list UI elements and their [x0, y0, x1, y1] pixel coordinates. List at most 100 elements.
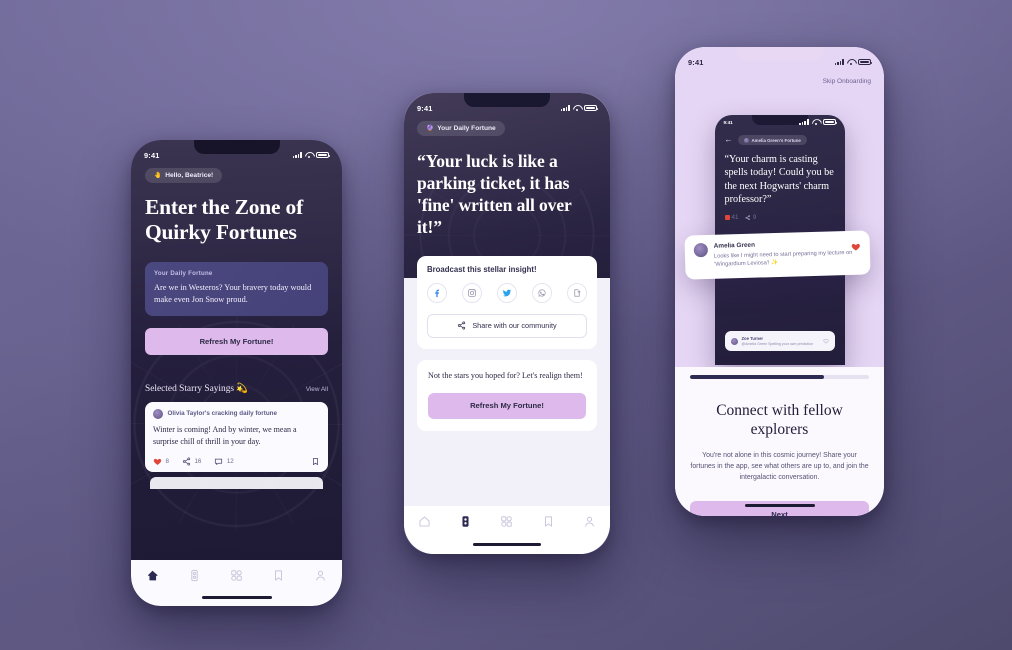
export-icon	[574, 289, 581, 297]
nested-post-author: Zoe Turner	[741, 336, 764, 341]
refresh-fortune-button[interactable]: Refresh My Fortune!	[145, 327, 328, 355]
phone-mockup-home: 9:41 🤚 Hello, Beatrice! Enter the Zone o…	[131, 140, 342, 606]
status-time: 9:41	[144, 150, 160, 160]
realign-text: Not the stars you hoped for? Let's reali…	[428, 370, 583, 380]
sidebar-item-explore[interactable]	[230, 569, 243, 582]
home-indicator	[744, 504, 815, 507]
notch	[193, 140, 280, 154]
sidebar-item-profile[interactable]	[583, 515, 596, 528]
grid-icon	[501, 516, 513, 527]
fortune-card-text: Are we in Westeros? Your bravery today w…	[154, 282, 312, 304]
home-indicator	[473, 543, 541, 546]
social-share-row	[427, 282, 587, 303]
cellular-signal-icon	[292, 151, 302, 158]
share-count: 9	[752, 213, 757, 221]
cellular-signal-icon	[834, 58, 844, 65]
battery-icon	[584, 104, 599, 112]
battery-icon	[822, 119, 837, 126]
phone2-content: 🔮 Your Daily Fortune “Your luck is like …	[404, 117, 610, 431]
like-count: 41	[731, 213, 739, 221]
sidebar-item-fortune[interactable]	[188, 569, 201, 582]
share-action[interactable]: 9	[745, 214, 756, 221]
nested-post-card[interactable]: Zoe Turner @Amelia Green Spelling your o…	[724, 331, 835, 351]
sidebar-item-profile[interactable]	[314, 569, 327, 582]
bookmark-icon	[275, 570, 283, 581]
back-arrow-icon[interactable]: ←	[725, 136, 733, 144]
person-icon	[584, 516, 594, 527]
sidebar-item-saved[interactable]	[272, 569, 285, 582]
whatsapp-icon	[538, 289, 546, 297]
heart-icon[interactable]	[822, 338, 829, 344]
avatar	[153, 408, 163, 419]
device-icon	[191, 569, 198, 582]
bottom-tab-bar	[131, 560, 342, 606]
phone3-screen: 9:41 ← Amelia Green's Fortune “Your char…	[675, 47, 884, 516]
bottom-tab-bar	[404, 506, 610, 554]
phone-mockup-onboarding: 9:41 ← Amelia Green's Fortune “Your char…	[675, 47, 884, 516]
like-count: 8	[165, 457, 169, 465]
nested-actions: 41 9	[724, 213, 835, 221]
share-export-button[interactable]	[567, 282, 587, 303]
greeting-pill[interactable]: 🤚 Hello, Beatrice!	[145, 167, 223, 183]
daily-fortune-pill-label: Your Daily Fortune	[437, 124, 496, 132]
nested-post-text: @Amelia Green Spelling your own predicti…	[741, 342, 814, 346]
heart-icon	[724, 214, 730, 220]
broadcast-card: Broadcast this stellar insight! Share wi…	[417, 255, 597, 349]
like-action[interactable]: 8	[153, 457, 169, 466]
sidebar-item-fortune[interactable]	[459, 515, 472, 528]
comment-action[interactable]: 12	[214, 457, 234, 466]
share-community-label: Share with our community	[472, 321, 557, 331]
like-action[interactable]: 41	[724, 213, 739, 221]
facebook-icon	[435, 289, 440, 297]
battery-icon	[858, 58, 873, 66]
skip-onboarding-link[interactable]: Skip Onboarding	[823, 78, 871, 85]
device-icon	[462, 516, 469, 527]
cellular-signal-icon	[560, 104, 570, 111]
notification-toast[interactable]: Amelia Green Looks like I might need to …	[684, 230, 871, 280]
view-all-link[interactable]: View All	[306, 386, 328, 393]
nested-content: ← Amelia Green's Fortune “Your charm is …	[715, 135, 845, 221]
page-title: Enter the Zone of Quirky Fortunes	[145, 194, 304, 245]
wave-icon: 🤚	[154, 172, 162, 179]
person-icon	[316, 570, 326, 581]
bookmark-action[interactable]	[311, 457, 320, 466]
onboarding-panel: Connect with fellow explorers You're not…	[675, 367, 884, 516]
nested-fortune-pill[interactable]: Amelia Green's Fortune	[737, 135, 807, 145]
sidebar-item-home[interactable]	[418, 515, 431, 528]
comment-count: 12	[226, 457, 234, 465]
broadcast-title: Broadcast this stellar insight!	[427, 264, 537, 274]
share-icon	[458, 321, 466, 330]
status-time: 9:41	[723, 119, 733, 125]
onboarding-body: You're not alone in this cosmic journey!…	[690, 451, 869, 482]
crystal-ball-icon: 🔮	[426, 125, 434, 132]
home-icon	[419, 516, 430, 527]
post-card[interactable]: Olivia Taylor's cracking daily fortune W…	[145, 401, 328, 472]
post-actions: 8 16 12	[153, 457, 320, 466]
post-author-line: Olivia Taylor's cracking daily fortune	[167, 410, 278, 418]
notification-text: Looks like I might need to start prepari…	[713, 249, 853, 269]
share-instagram-button[interactable]	[462, 282, 482, 303]
sidebar-item-saved[interactable]	[542, 515, 555, 528]
nested-header: ← Amelia Green's Fortune	[725, 135, 835, 145]
wifi-icon	[847, 59, 855, 65]
share-whatsapp-button[interactable]	[532, 282, 552, 303]
share-community-button[interactable]: Share with our community	[427, 313, 587, 338]
share-facebook-button[interactable]	[427, 282, 447, 303]
avatar	[743, 137, 749, 143]
next-button[interactable]: Next	[690, 500, 869, 516]
share-action[interactable]: 16	[182, 457, 201, 466]
fortune-quote: “Your luck is like a parking ticket, it …	[417, 150, 572, 237]
refresh-fortune-button[interactable]: Refresh My Fortune!	[428, 392, 586, 419]
wifi-icon	[812, 119, 820, 126]
bookmark-icon	[544, 516, 552, 527]
avatar	[693, 242, 709, 258]
heart-icon[interactable]	[851, 242, 861, 252]
progress-fill	[690, 375, 825, 379]
daily-fortune-pill[interactable]: 🔮 Your Daily Fortune	[417, 120, 505, 136]
cellular-signal-icon	[799, 119, 809, 126]
share-twitter-button[interactable]	[497, 282, 517, 303]
realign-card: Not the stars you hoped for? Let's reali…	[417, 359, 597, 431]
sidebar-item-home[interactable]	[146, 569, 159, 582]
sidebar-item-explore[interactable]	[500, 515, 513, 528]
wifi-icon	[573, 105, 581, 111]
